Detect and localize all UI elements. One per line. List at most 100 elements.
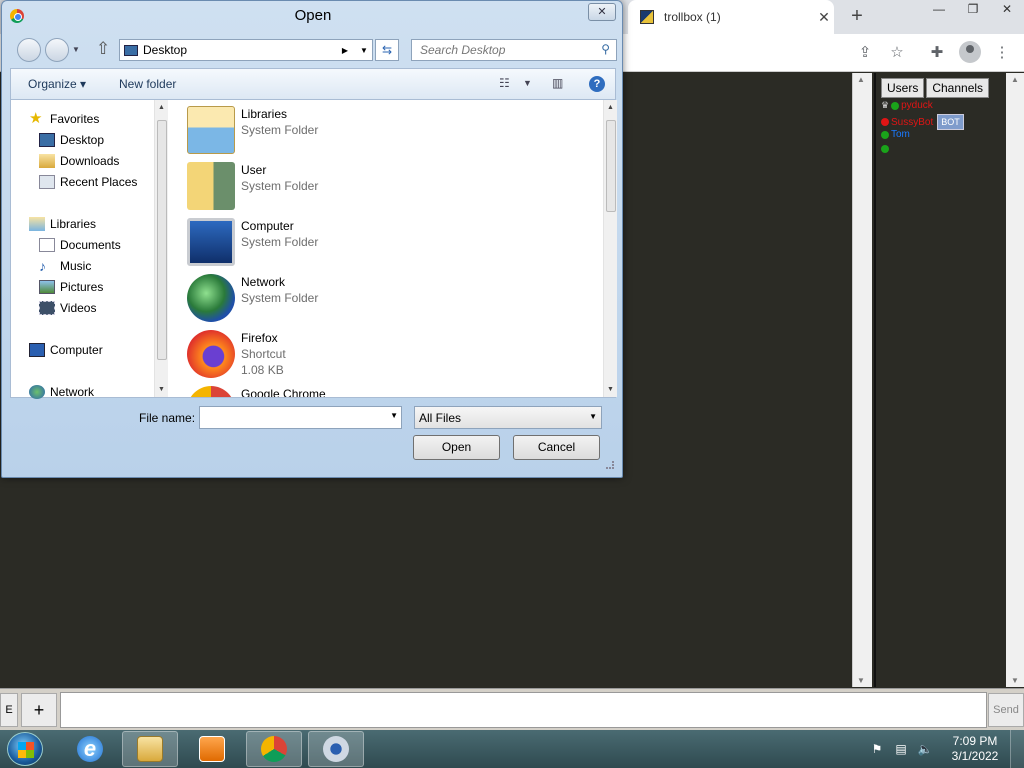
file-item-libraries[interactable]: Libraries System Folder [187, 106, 318, 154]
nav-pictures[interactable]: Pictures [39, 280, 103, 294]
chat-scrollbar[interactable]: ▲ ▼ [852, 73, 872, 687]
nav-label: Libraries [50, 217, 97, 231]
file-item-user[interactable]: User System Folder [187, 162, 318, 210]
e-button[interactable]: E [0, 693, 18, 727]
nav-network[interactable]: Network [29, 385, 94, 399]
dialog-close-button[interactable]: ✕ [588, 3, 616, 21]
forward-button[interactable] [45, 38, 69, 62]
chevron-down-icon[interactable]: ▼ [390, 411, 398, 420]
file-name: Libraries [241, 107, 288, 121]
scroll-up-icon[interactable]: ▲ [1011, 75, 1019, 84]
documents-icon [39, 238, 55, 252]
new-tab-button[interactable]: + [846, 6, 868, 28]
nav-desktop[interactable]: Desktop [39, 133, 104, 147]
chevron-down-icon[interactable]: ▼ [356, 46, 372, 55]
filter-value: All Files [419, 411, 462, 425]
search-input[interactable]: Search Desktop ⚲ [411, 39, 617, 61]
scroll-up-icon[interactable]: ▲ [158, 104, 165, 111]
preview-pane-icon[interactable]: ▥ [552, 76, 563, 90]
action-center-flag-icon[interactable]: ⚑ [868, 742, 886, 756]
users-scrollbar[interactable]: ▲ ▼ [1006, 73, 1024, 687]
file-item-google-chrome[interactable]: Google Chrome [187, 386, 326, 397]
nav-music[interactable]: ♪ Music [39, 259, 91, 273]
nav-documents[interactable]: Documents [39, 238, 121, 252]
nav-favorites[interactable]: ★ Favorites [29, 111, 99, 126]
nav-downloads[interactable]: Downloads [39, 154, 119, 168]
address-bar[interactable]: Desktop ▶ ▼ [119, 39, 373, 61]
profile-avatar[interactable] [959, 41, 981, 63]
scroll-down-icon[interactable]: ▼ [158, 386, 165, 393]
scroll-down-icon[interactable]: ▼ [607, 386, 614, 393]
file-type-filter[interactable]: All Files ▼ [414, 406, 602, 429]
dialog-body: ★ Favorites Desktop Downloads Recent Pla… [10, 99, 617, 399]
scroll-down-icon[interactable]: ▼ [1011, 676, 1019, 685]
chevron-down-icon[interactable]: ▼ [589, 412, 597, 421]
tab-channels[interactable]: Channels [926, 78, 990, 98]
file-list-scrollbar[interactable]: ▲ ▼ [603, 100, 617, 397]
scroll-thumb[interactable] [606, 120, 616, 212]
send-button[interactable]: Send [988, 693, 1024, 727]
search-icon[interactable]: ⚲ [601, 42, 610, 56]
minimize-button[interactable]: — [922, 0, 956, 20]
refresh-button[interactable]: ⇆ [375, 39, 399, 61]
scroll-up-icon[interactable]: ▲ [857, 75, 865, 84]
network-icon[interactable]: ▤ [892, 742, 910, 756]
nav-label: Music [60, 259, 92, 273]
user-row[interactable]: ♛ pyduck [881, 100, 933, 111]
extensions-icon[interactable]: ✚ [927, 43, 947, 63]
message-input[interactable] [60, 692, 987, 728]
up-arrow-icon[interactable]: ⇧ [96, 39, 110, 59]
clock[interactable]: 7:09 PM 3/1/2022 [940, 734, 1010, 764]
tab-users[interactable]: Users [881, 78, 925, 98]
view-options-icon[interactable]: ☷ [499, 76, 510, 90]
file-type: System Folder [241, 291, 319, 305]
show-desktop-button[interactable] [1010, 730, 1024, 768]
tab-trollbox[interactable]: trollbox (1) ✕ [628, 0, 834, 34]
open-button[interactable]: Open [413, 435, 500, 460]
user-row[interactable]: SussyBot BOT [881, 114, 964, 130]
folder-icon [137, 736, 163, 762]
resize-grip[interactable] [606, 461, 614, 469]
downloads-folder-icon [39, 154, 55, 168]
cancel-button[interactable]: Cancel [513, 435, 600, 460]
internet-explorer-taskbar-button[interactable]: e [62, 731, 118, 767]
nav-videos[interactable]: Videos [39, 301, 96, 315]
restore-button[interactable]: ❐ [956, 0, 990, 20]
window-close-button[interactable]: ✕ [990, 0, 1024, 20]
file-name: Network [241, 275, 286, 289]
media-player-taskbar-button[interactable] [184, 731, 240, 767]
scroll-up-icon[interactable]: ▲ [607, 104, 614, 111]
explorer-taskbar-button[interactable] [122, 731, 178, 767]
user-row[interactable]: Tom [881, 129, 910, 140]
file-name-input[interactable]: ▼ [199, 406, 402, 429]
menu-kebab-icon[interactable]: ⋮ [992, 43, 1012, 63]
file-item-firefox[interactable]: Firefox Shortcut 1.08 KB [187, 330, 286, 378]
help-icon[interactable]: ? [589, 76, 605, 92]
share-icon[interactable]: ⇪ [855, 43, 875, 63]
nav-libraries[interactable]: Libraries [29, 217, 96, 231]
scroll-down-icon[interactable]: ▼ [857, 676, 865, 685]
recent-locations-dropdown-icon[interactable]: ▼ [72, 45, 80, 54]
pictures-icon [39, 280, 55, 294]
scroll-thumb[interactable] [157, 120, 167, 360]
nav-recent-places[interactable]: Recent Places [39, 175, 137, 189]
attach-plus-button[interactable]: + [21, 693, 57, 727]
tab-close-icon[interactable]: ✕ [814, 9, 834, 26]
bookmark-star-icon[interactable]: ☆ [887, 43, 907, 63]
volume-icon[interactable]: 🔈 [916, 742, 934, 756]
file-size: 1.08 KB [241, 363, 284, 377]
nav-computer[interactable]: Computer [29, 343, 103, 357]
settings-taskbar-button[interactable] [308, 731, 364, 767]
chrome-taskbar-button[interactable] [246, 731, 302, 767]
nav-pane-scrollbar[interactable]: ▲ ▼ [154, 100, 168, 397]
chevron-right-icon[interactable]: ▶ [342, 46, 348, 55]
back-button[interactable] [17, 38, 41, 62]
file-item-computer[interactable]: Computer System Folder [187, 218, 318, 266]
organize-button[interactable]: Organize ▾ [28, 77, 86, 91]
command-bar: Organize ▾ New folder ☷ ▼ ▥ ? [10, 68, 616, 99]
user-row[interactable] [881, 145, 891, 153]
chevron-down-icon[interactable]: ▼ [523, 78, 532, 88]
file-item-network[interactable]: Network System Folder [187, 274, 318, 322]
new-folder-button[interactable]: New folder [119, 77, 176, 91]
start-button[interactable] [7, 732, 43, 766]
